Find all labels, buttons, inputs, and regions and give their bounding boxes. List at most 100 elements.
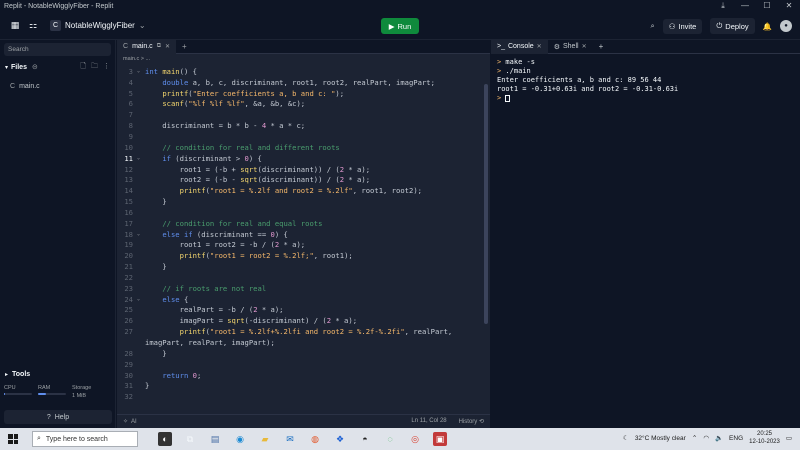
code-line[interactable]: 7 [117, 109, 490, 120]
fold-chevron-icon[interactable]: ⌄ [137, 231, 145, 237]
code-line[interactable]: 30 return 0; [117, 370, 490, 381]
windows-start-icon[interactable] [8, 434, 18, 444]
new-tab-icon[interactable]: + [176, 42, 187, 51]
code-line[interactable]: 26 imagPart = sqrt(-discriminant) / (2 *… [117, 315, 490, 326]
code-text: } [145, 381, 150, 391]
console-input-line[interactable]: > [497, 94, 794, 103]
code-line[interactable]: 19 root1 = root2 = -b / (2 * a); [117, 240, 490, 251]
app-icon[interactable]: ▣ [433, 432, 447, 446]
code-line[interactable]: 28 } [117, 348, 490, 359]
sidebar-file-main-c[interactable]: C main.c [0, 79, 115, 93]
code-line[interactable]: 10 // condition for real and different r… [117, 142, 490, 153]
code-line[interactable]: 29 [117, 359, 490, 370]
code-line[interactable]: 13 root2 = (-b - sqrt(discriminant)) / (… [117, 174, 490, 185]
file-explorer-icon[interactable]: ▰ [258, 432, 272, 446]
close-tab-icon[interactable]: ✕ [582, 43, 587, 50]
invite-button[interactable]: ⚇ Invite [662, 18, 703, 34]
edge-icon[interactable]: ◉ [233, 432, 247, 446]
code-line[interactable]: imagPart, realPart, imagPart); [117, 337, 490, 348]
fold-chevron-icon[interactable]: ⌄ [137, 296, 145, 302]
fold-chevron-icon[interactable]: ⌄ [137, 68, 145, 74]
code-line[interactable]: 23 // if roots are not real [117, 283, 490, 294]
avatar[interactable]: ● [780, 20, 792, 32]
code-line[interactable]: 8 discriminant = b * b - 4 * a * c; [117, 120, 490, 131]
project-selector[interactable]: C NotableWigglyFiber ⌄ [50, 20, 146, 31]
close-button[interactable]: ✕ [778, 0, 800, 12]
code-line[interactable]: 6 scanf("%lf %lf %lf", &a, &b, &c); [117, 99, 490, 110]
code-line[interactable]: 15 } [117, 196, 490, 207]
whatsapp-icon[interactable]: ◌ [383, 432, 397, 446]
cortana-icon[interactable]: ◐ [158, 432, 172, 446]
ai-label[interactable]: AI [131, 419, 137, 425]
firefox-icon[interactable]: ◍ [308, 432, 322, 446]
code-line[interactable]: 5 printf("Enter coefficients a, b and c:… [117, 88, 490, 99]
ai-icon[interactable]: ✧ [123, 418, 128, 425]
tab-main-c[interactable]: C main.c ⧉ ✕ [117, 39, 177, 54]
code-line[interactable]: 17 // condition for real and equal roots [117, 218, 490, 229]
search-icon[interactable]: ⌕ [650, 21, 654, 31]
chevron-up-icon[interactable]: ⌃ [692, 434, 697, 442]
tab-console[interactable]: >_ Console ✕ [491, 39, 548, 54]
files-header: ▾ Files ⊝ 🗋 🗀 ⋮ [0, 59, 115, 75]
chrome-icon[interactable]: ◎ [408, 432, 422, 446]
mail-icon[interactable]: ✉ [283, 432, 297, 446]
layout-toggle-icon[interactable]: ⚏ [26, 19, 40, 33]
taskbar-search-input[interactable]: ⌕ Type here to search [32, 431, 138, 447]
weather-text[interactable]: 32°C Mostly clear [635, 435, 686, 442]
code-line[interactable]: 25 realPart = -b / (2 * a); [117, 305, 490, 316]
code-line[interactable]: 24 ⌄ else { [117, 294, 490, 305]
code-line[interactable]: 31} [117, 380, 490, 391]
close-tab-icon[interactable]: ✕ [537, 43, 542, 50]
dropbox-icon[interactable]: ❖ [333, 432, 347, 446]
code-line[interactable]: 14 printf("root1 = %.2lf and root2 = %.2… [117, 185, 490, 196]
code-line[interactable]: 32 [117, 391, 490, 402]
code-line[interactable]: 3 ⌄ int main() { [117, 66, 490, 77]
code-line[interactable]: 9 [117, 131, 490, 142]
sidebar-search-input[interactable]: Search [4, 43, 111, 56]
split-icon[interactable]: ⧉ [157, 43, 161, 50]
notifications-icon[interactable]: ▭ [786, 434, 792, 442]
code-line[interactable]: 4 double a, b, c, discriminant, root1, r… [117, 77, 490, 88]
speaker-icon[interactable]: 🔈 [715, 434, 723, 442]
new-tab-icon[interactable]: + [593, 40, 610, 54]
language-indicator[interactable]: ENG [729, 435, 743, 442]
bell-icon[interactable]: 🔔 [763, 22, 772, 31]
help-button[interactable]: ? Help [4, 410, 112, 424]
cpu-label: CPU [4, 385, 16, 391]
maximize-button[interactable]: ☐ [756, 0, 778, 12]
task-view-icon[interactable]: ⧉ [183, 432, 197, 446]
run-button[interactable]: ▶ Run [381, 18, 419, 34]
weather-icon[interactable]: ☾ [623, 434, 629, 442]
code-line[interactable]: 27 printf("root1 = %.2lf+%.2lfi and root… [117, 326, 490, 337]
code-line[interactable]: 20 printf("root1 = root2 = %.2lf;", root… [117, 250, 490, 261]
tab-shell[interactable]: ⚙ Shell ✕ [548, 40, 593, 54]
lock-icon[interactable]: ⊝ [32, 63, 38, 71]
minimize-button[interactable]: — [734, 0, 756, 12]
code-area[interactable]: 3 ⌄ int main() {4 double a, b, c, discrimi… [117, 66, 490, 402]
history-button[interactable]: History ⟲ [459, 418, 484, 425]
close-tab-icon[interactable]: ✕ [165, 43, 170, 50]
download-icon[interactable]: ⤓ [712, 0, 734, 12]
resource-usage[interactable]: CPU RAM Storage 1 MiB [4, 385, 112, 407]
fold-chevron-icon[interactable]: ⌄ [137, 155, 145, 161]
replit-logo-icon[interactable]: ▦ [8, 19, 22, 33]
console-output[interactable]: > make -s > ./main Enter coefficients a, b… [491, 54, 800, 107]
new-folder-icon[interactable]: 🗀 [91, 62, 98, 73]
wifi-icon[interactable]: ◠ [703, 434, 709, 442]
editor-scrollbar[interactable] [484, 84, 488, 324]
code-line[interactable]: 21 } [117, 261, 490, 272]
deploy-button[interactable]: ⏻ Deploy [710, 18, 755, 34]
code-line[interactable]: 22 [117, 272, 490, 283]
code-line[interactable]: 11 ⌄ if (discriminant > 0) { [117, 153, 490, 164]
breadcrumb[interactable]: main.c > ... [117, 54, 490, 65]
more-options-icon[interactable]: ⋮ [103, 62, 110, 73]
code-line[interactable]: 18 ⌄ else if (discriminant == 0) { [117, 229, 490, 240]
caret-down-icon[interactable]: ▾ [5, 64, 8, 71]
code-line[interactable]: 16 [117, 207, 490, 218]
tools-section[interactable]: ▸ Tools [0, 367, 116, 381]
widgets-icon[interactable]: ▤ [208, 432, 222, 446]
github-icon[interactable]: ◓ [358, 432, 372, 446]
code-line[interactable]: 12 root1 = (-b + sqrt(discriminant)) / (… [117, 164, 490, 175]
clock[interactable]: 20:25 12-10-2023 [749, 430, 780, 446]
new-file-icon[interactable]: 🗋 [80, 62, 86, 73]
